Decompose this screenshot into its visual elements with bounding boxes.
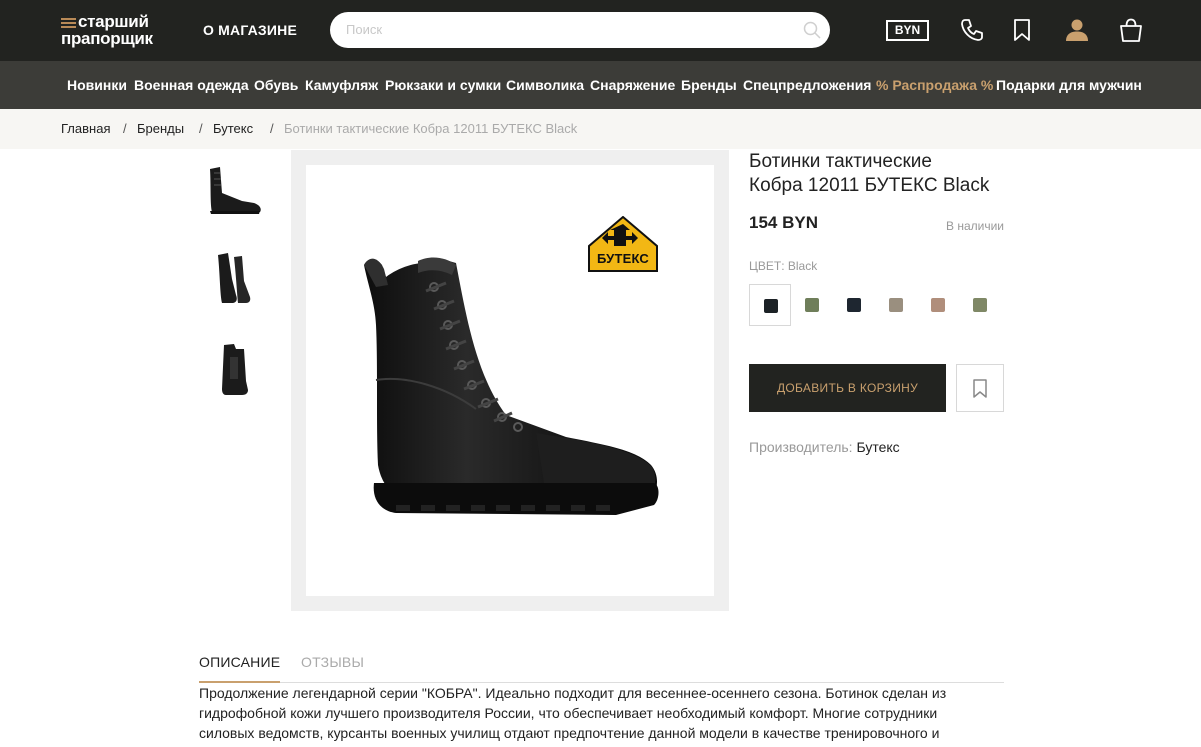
color-swatch-chip (931, 298, 945, 312)
color-swatch-chip (764, 299, 778, 313)
product-image-frame: БУТЕКС (291, 150, 729, 611)
nav-item-footwear[interactable]: Обувь (254, 77, 298, 93)
color-swatch-chip (889, 298, 903, 312)
tab-reviews[interactable]: ОТЗЫВЫ (301, 654, 364, 670)
nav-item-gifts[interactable]: Подарки для мужчин (996, 77, 1142, 93)
color-swatch-grey[interactable] (875, 284, 917, 326)
product-description: Продолжение легендарной серии "КОБРА". И… (199, 683, 1004, 743)
breadcrumb-home[interactable]: Главная (61, 121, 110, 136)
add-to-favorites-button[interactable] (956, 364, 1004, 412)
add-to-cart-button[interactable]: ДОБАВИТЬ В КОРЗИНУ (749, 364, 946, 412)
stock-status: В наличии (946, 219, 1005, 233)
manufacturer: Производитель: Бутекс (749, 439, 900, 455)
manufacturer-link[interactable]: Бутекс (856, 439, 899, 455)
color-swatch-tan[interactable] (917, 284, 959, 326)
description-line: Продолжение легендарной серии "КОБРА". И… (199, 685, 947, 701)
breadcrumb-brands[interactable]: Бренды (137, 121, 184, 136)
product-title: Ботинки тактические Кобра 12011 БУТЕКС B… (749, 150, 1029, 198)
nav-item-backpacks[interactable]: Рюкзаки и сумки (385, 77, 501, 93)
search-placeholder: Поиск (346, 22, 383, 37)
breadcrumb-brand[interactable]: Бутекс (213, 121, 253, 136)
nav-item-brands[interactable]: Бренды (681, 77, 737, 93)
nav-item-sale[interactable]: % Распродажа % (876, 77, 993, 93)
color-swatch-black[interactable] (749, 284, 791, 326)
breadcrumb-current: Ботинки тактические Кобра 12011 БУТЕКС B… (284, 121, 578, 136)
nav-item-special-offers[interactable]: Спецпредложения (743, 77, 871, 93)
nav-item-new[interactable]: Новинки (67, 77, 127, 93)
currency-selector[interactable]: BYN (886, 20, 929, 41)
color-swatch-chip (805, 298, 819, 312)
breadcrumb-separator: / (199, 121, 203, 136)
description-line: силовых ведомств, курсанты военных учили… (199, 725, 940, 741)
description-line: гидрофобной кожи лучшего производителя Р… (199, 705, 938, 721)
brand-badge: БУТЕКС (588, 215, 658, 272)
color-swatch-khaki[interactable] (959, 284, 1001, 326)
breadcrumb-separator: / (270, 121, 274, 136)
cart-icon[interactable] (1117, 16, 1145, 44)
bookmark-icon (973, 379, 987, 398)
color-swatch-olive[interactable] (791, 284, 833, 326)
product-thumbnail-1[interactable] (200, 155, 268, 223)
color-swatch-chip (847, 298, 861, 312)
bookmark-icon[interactable] (1008, 16, 1036, 44)
manufacturer-label: Производитель: (749, 439, 853, 455)
phone-icon[interactable] (958, 16, 986, 44)
category-nav: Новинки Военная одежда Обувь Камуфляж Рю… (0, 61, 1201, 109)
logo-stripes-icon (61, 18, 76, 29)
nav-item-military-clothing[interactable]: Военная одежда (134, 77, 249, 93)
user-account-icon[interactable] (1063, 16, 1091, 44)
product-title-line2: Кобра 12011 БУТЕКС Black (749, 175, 990, 196)
brand-badge-text: БУТЕКС (596, 251, 650, 266)
logo-text-line2: прапорщик (61, 29, 153, 48)
nav-item-symbols[interactable]: Символика (506, 77, 584, 93)
search-input[interactable]: Поиск (330, 12, 830, 48)
breadcrumb: Главная / Бренды / Бутекс / Ботинки такт… (0, 109, 1201, 149)
product-title-line1: Ботинки тактические (749, 151, 932, 172)
logo-text-line1: старший (78, 12, 149, 31)
store-logo[interactable]: старший прапорщик (61, 13, 171, 49)
product-thumbnail-2[interactable] (200, 245, 268, 313)
color-swatch-navy[interactable] (833, 284, 875, 326)
product-image[interactable]: БУТЕКС (306, 165, 714, 596)
nav-item-camouflage[interactable]: Камуфляж (305, 77, 378, 93)
search-icon[interactable] (802, 20, 822, 40)
color-swatch-chip (973, 298, 987, 312)
nav-item-equipment[interactable]: Снаряжение (590, 77, 675, 93)
product-thumbnail-3[interactable] (200, 335, 268, 403)
color-label: ЦВЕТ: Black (749, 259, 818, 273)
about-store-link[interactable]: О МАГАЗИНЕ (203, 22, 297, 38)
product-price: 154 BYN (749, 213, 818, 232)
tab-description[interactable]: ОПИСАНИЕ (199, 654, 280, 670)
breadcrumb-separator: / (123, 121, 127, 136)
top-header: старший прапорщик О МАГАЗИНЕ Поиск BYN (0, 0, 1201, 61)
